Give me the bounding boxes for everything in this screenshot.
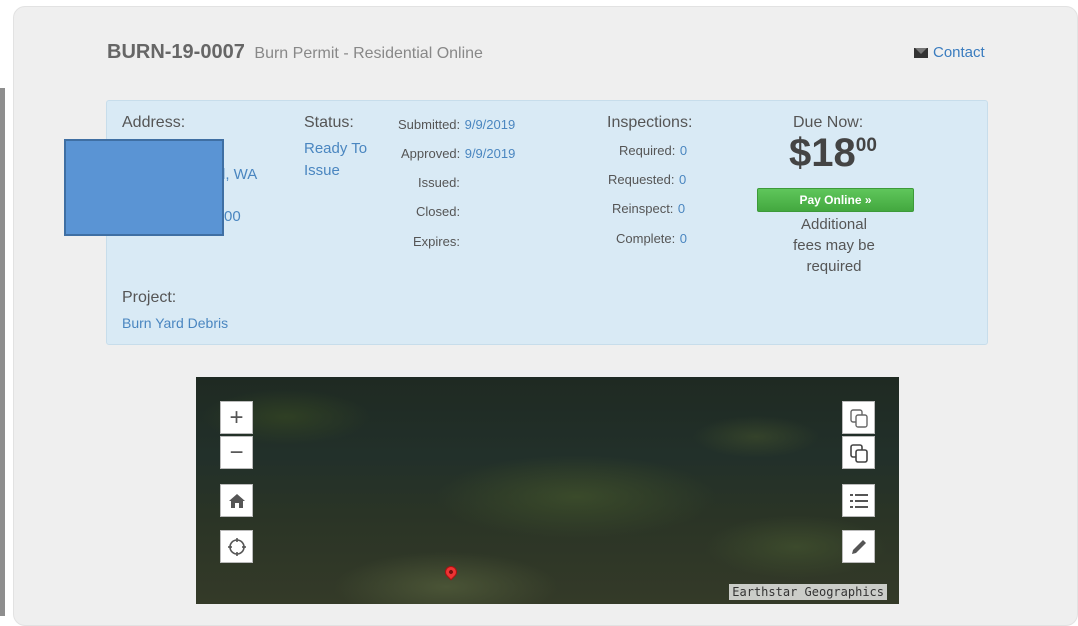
fees-note-line2: fees may be xyxy=(793,237,875,254)
complete-value: 0 xyxy=(679,231,687,246)
pay-online-button[interactable]: Pay Online » xyxy=(757,188,914,212)
list-icon xyxy=(849,493,868,508)
layers-copy-icon-dark xyxy=(849,443,868,463)
required-label: Required: xyxy=(619,143,676,158)
zoom-in-button[interactable]: + xyxy=(220,401,253,434)
crosshair-icon xyxy=(227,537,246,556)
satellite-map[interactable]: + − Earthstar Geographics xyxy=(196,377,899,604)
status-value-line2: Issue xyxy=(304,162,340,179)
inspections-requested-row: Requested: 0 xyxy=(608,171,686,189)
permit-number: BURN-19-0007 xyxy=(107,41,245,63)
plus-icon: + xyxy=(229,403,244,431)
map-attribution: Earthstar Geographics xyxy=(729,584,887,600)
project-label: Project: xyxy=(122,289,177,306)
project-value: Burn Yard Debris xyxy=(122,315,229,331)
amount-dollars: $18 xyxy=(789,131,856,175)
requested-value: 0 xyxy=(678,172,687,187)
approved-label: Approved: xyxy=(401,146,461,161)
issued-label: Issued: xyxy=(418,175,460,190)
inspections-reinspect-row: Reinspect: 0 xyxy=(612,200,685,218)
closed-label: Closed: xyxy=(416,204,461,219)
location-pin-icon[interactable] xyxy=(442,563,460,581)
expires-label: Expires: xyxy=(413,234,460,249)
inspections-required-row: Required: 0 xyxy=(619,142,687,160)
approved-row: Approved: 9/9/2019 xyxy=(401,145,515,163)
amount-cents: 00 xyxy=(855,135,877,156)
fees-note-line1: Additional xyxy=(801,216,867,233)
page-title: BURN-19-0007 Burn Permit - Residential O… xyxy=(107,41,483,64)
zoom-out-button[interactable]: − xyxy=(220,436,253,469)
required-value: 0 xyxy=(679,143,688,158)
basemap-toggle-button[interactable] xyxy=(842,401,875,434)
address-line-zip: 00 xyxy=(224,208,241,225)
redaction-box xyxy=(64,139,224,236)
submitted-value: 9/9/2019 xyxy=(464,117,516,132)
layer-toggle-button[interactable] xyxy=(842,436,875,469)
additional-fees-note: Additional fees may be required xyxy=(766,214,902,277)
locate-button[interactable] xyxy=(220,530,253,563)
complete-label: Complete: xyxy=(616,231,676,246)
home-icon xyxy=(228,493,245,508)
permit-type: Burn Permit - Residential Online xyxy=(254,45,483,62)
approved-value: 9/9/2019 xyxy=(464,146,516,161)
reinspect-label: Reinspect: xyxy=(612,201,674,216)
minus-icon: − xyxy=(229,438,244,466)
fees-note-line3: required xyxy=(806,258,862,275)
contact-link[interactable]: Contact xyxy=(914,44,985,61)
requested-label: Requested: xyxy=(608,172,675,187)
amount-due: $1800 xyxy=(789,131,877,176)
address-label: Address: xyxy=(122,114,186,131)
home-button[interactable] xyxy=(220,484,253,517)
pencil-icon xyxy=(851,539,866,554)
envelope-icon xyxy=(914,47,928,58)
left-edge-strip xyxy=(0,88,5,616)
inspections-complete-row: Complete: 0 xyxy=(616,230,687,248)
reinspect-value: 0 xyxy=(677,201,686,216)
submitted-label: Submitted: xyxy=(398,117,461,132)
submitted-row: Submitted: 9/9/2019 xyxy=(398,116,515,134)
due-now-label: Due Now: xyxy=(793,114,864,131)
draw-button[interactable] xyxy=(842,530,875,563)
legend-button[interactable] xyxy=(842,484,875,517)
inspections-label: Inspections: xyxy=(607,114,693,131)
status-label: Status: xyxy=(304,114,354,131)
layers-copy-icon xyxy=(849,408,868,428)
contact-label: Contact xyxy=(933,44,985,61)
status-value-line1: Ready To xyxy=(304,140,368,157)
